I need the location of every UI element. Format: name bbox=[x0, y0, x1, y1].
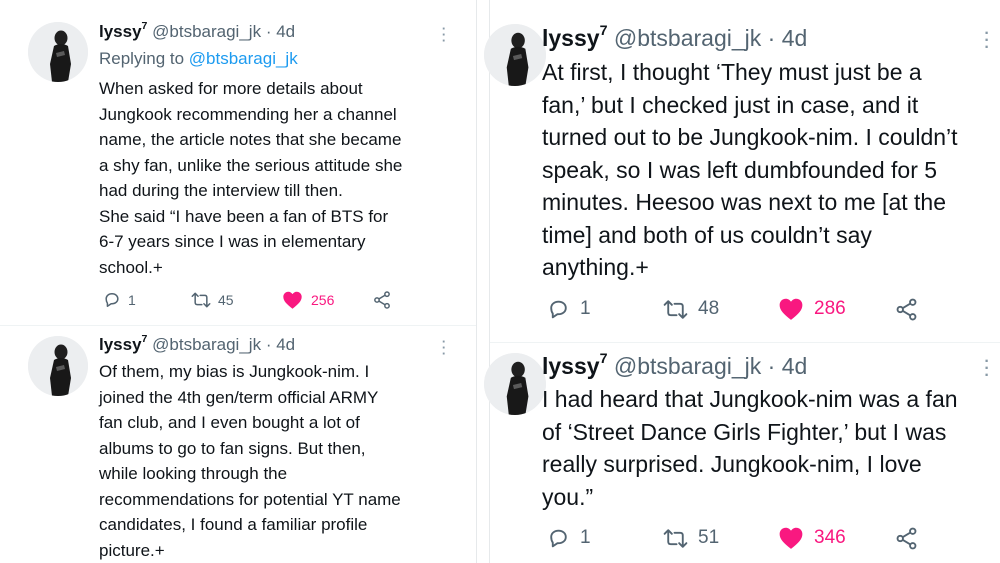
retweet-icon bbox=[663, 299, 688, 319]
separator: · bbox=[265, 335, 272, 354]
user-handle[interactable]: @btsbaragi_jk bbox=[614, 353, 761, 379]
reply-icon bbox=[105, 293, 119, 307]
reply-button[interactable]: 1 bbox=[102, 290, 136, 310]
reply-button[interactable]: 1 bbox=[546, 297, 591, 322]
timestamp[interactable]: 4d bbox=[276, 22, 295, 41]
like-count: 346 bbox=[814, 527, 846, 548]
heart-icon bbox=[779, 298, 803, 320]
retweet-count: 51 bbox=[698, 527, 720, 548]
like-button[interactable]: 346 bbox=[778, 526, 846, 550]
retweet-button[interactable]: 45 bbox=[190, 290, 234, 310]
tweet-actions: 1 51 346 bbox=[546, 525, 946, 551]
tweet-header: lyssy7 @btsbaragi_jk · 4d bbox=[99, 333, 295, 355]
avatar-photo bbox=[28, 22, 88, 82]
like-count: 256 bbox=[311, 292, 335, 308]
user-handle[interactable]: @btsbaragi_jk bbox=[152, 22, 261, 41]
replying-to: Replying to @btsbaragi_jk bbox=[99, 49, 298, 69]
like-count: 286 bbox=[814, 298, 846, 319]
separator: · bbox=[767, 353, 776, 379]
like-button[interactable]: 256 bbox=[282, 290, 334, 310]
share-icon bbox=[374, 291, 390, 309]
reply-button[interactable]: 1 bbox=[546, 526, 591, 551]
timestamp[interactable]: 4d bbox=[782, 353, 808, 379]
reply-icon bbox=[550, 300, 567, 318]
avatar[interactable] bbox=[484, 353, 546, 415]
avatar-photo bbox=[484, 353, 546, 415]
replying-to-handle[interactable]: @btsbaragi_jk bbox=[189, 49, 298, 68]
more-options-icon[interactable]: · · · bbox=[438, 22, 450, 46]
tweet-header: lyssy7 @btsbaragi_jk · 4d bbox=[542, 352, 808, 380]
tweet-text: At first, I thought ‘They must just be a… bbox=[542, 59, 958, 280]
user-handle[interactable]: @btsbaragi_jk bbox=[614, 25, 761, 51]
tweet-text: Of them, my bias is Jungkook-nim. I join… bbox=[99, 362, 401, 560]
replying-to-label: Replying to bbox=[99, 49, 189, 68]
share-button[interactable] bbox=[894, 526, 919, 551]
avatar-photo bbox=[484, 24, 546, 86]
tweet-text: When asked for more details about Jungko… bbox=[99, 79, 403, 277]
retweet-button[interactable]: 51 bbox=[662, 526, 719, 551]
display-name[interactable]: lyssy7 bbox=[542, 352, 608, 379]
display-name[interactable]: lyssy7 bbox=[99, 20, 147, 41]
tweet-header: lyssy7 @btsbaragi_jk · 4d bbox=[99, 20, 295, 42]
reply-count: 1 bbox=[580, 298, 591, 319]
tweet-actions: 1 48 286 bbox=[546, 296, 946, 322]
timestamp[interactable]: 4d bbox=[276, 335, 295, 354]
timestamp[interactable]: 4d bbox=[782, 25, 808, 51]
like-button[interactable]: 286 bbox=[778, 297, 846, 321]
avatar[interactable] bbox=[484, 24, 546, 86]
share-button[interactable] bbox=[894, 297, 919, 322]
retweet-icon bbox=[663, 528, 688, 548]
tweet-3[interactable]: lyssy7 @btsbaragi_jk · 4d · · · At first, … bbox=[484, 0, 1000, 342]
heart-icon bbox=[283, 291, 302, 309]
display-name[interactable]: lyssy7 bbox=[99, 333, 147, 354]
avatar-photo bbox=[28, 336, 88, 396]
more-options-icon[interactable]: · · · bbox=[438, 335, 450, 359]
tweet-4[interactable]: lyssy7 @btsbaragi_jk · 4d · · · I had hear… bbox=[484, 343, 1000, 563]
tweet-header: lyssy7 @btsbaragi_jk · 4d bbox=[542, 24, 808, 52]
user-handle[interactable]: @btsbaragi_jk bbox=[152, 335, 261, 354]
reply-icon bbox=[550, 529, 567, 547]
retweet-icon bbox=[191, 292, 211, 308]
share-icon bbox=[896, 527, 917, 549]
separator: · bbox=[265, 22, 272, 41]
reply-count: 1 bbox=[580, 527, 591, 548]
tweet-1[interactable]: lyssy7 @btsbaragi_jk · 4d · · · Replying t… bbox=[0, 0, 476, 325]
heart-icon bbox=[779, 527, 803, 549]
reply-count: 1 bbox=[128, 292, 136, 308]
tweet-text: I had heard that Jungkook-nim was a fan … bbox=[542, 386, 958, 510]
avatar[interactable] bbox=[28, 336, 88, 396]
retweet-count: 48 bbox=[698, 298, 720, 319]
display-name[interactable]: lyssy7 bbox=[542, 24, 608, 51]
panel-divider bbox=[476, 0, 490, 563]
share-icon bbox=[896, 298, 917, 320]
avatar[interactable] bbox=[28, 22, 88, 82]
separator: · bbox=[767, 25, 776, 51]
tweet-actions: 1 45 256 bbox=[102, 289, 402, 311]
tweet-2[interactable]: lyssy7 @btsbaragi_jk · 4d · · · Of them, m… bbox=[0, 326, 476, 563]
retweet-count: 45 bbox=[218, 292, 234, 308]
more-options-icon[interactable]: · · · bbox=[980, 26, 994, 56]
retweet-button[interactable]: 48 bbox=[662, 297, 719, 322]
share-button[interactable] bbox=[372, 290, 392, 310]
more-options-icon[interactable]: · · · bbox=[980, 354, 994, 384]
